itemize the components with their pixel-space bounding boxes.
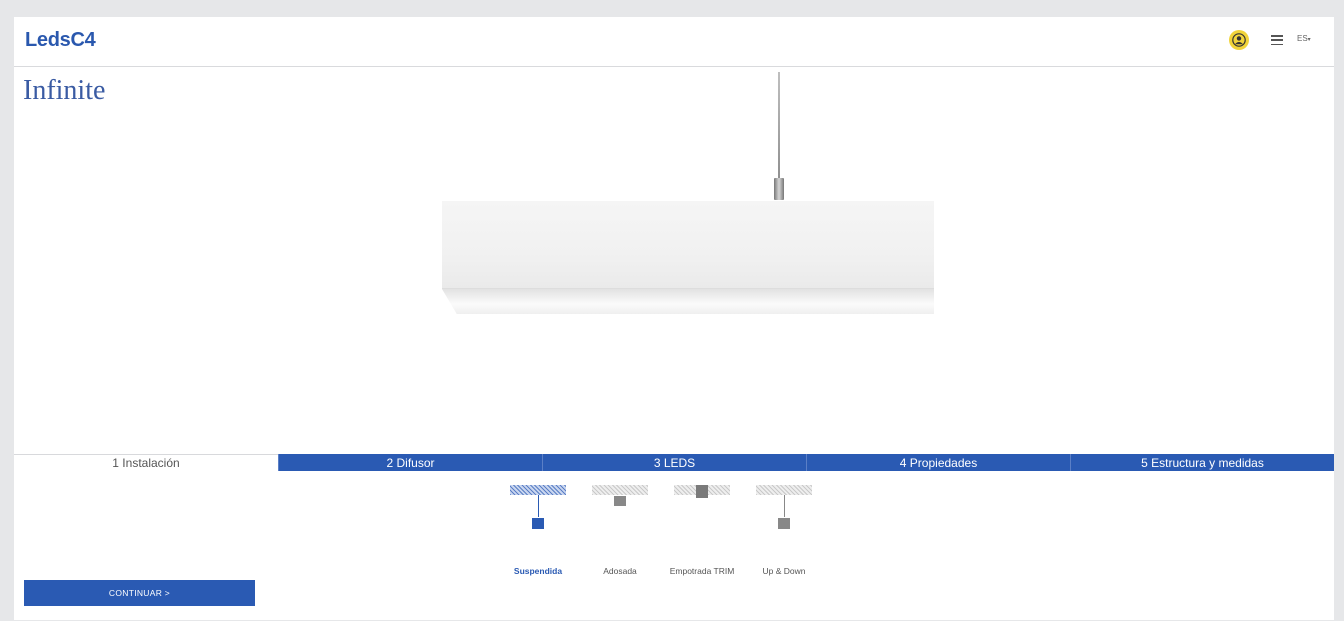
menu-icon[interactable]: [1271, 35, 1283, 46]
option-label: Suspendida: [513, 566, 563, 576]
user-glyph: [1232, 33, 1246, 47]
continue-button[interactable]: CONTINUAR >: [24, 580, 255, 606]
option-empotrada-trim[interactable]: Empotrada TRIM: [670, 482, 742, 576]
menu-line: [1271, 43, 1283, 46]
suspension-wire-icon: [784, 495, 785, 517]
menu-line: [1271, 39, 1283, 41]
luminaire-icon: [614, 496, 626, 506]
tab-propiedades[interactable]: 4 Propiedades: [806, 454, 1070, 471]
option-suspendida[interactable]: Suspendida: [508, 482, 578, 576]
ceiling-icon: [510, 485, 566, 495]
product-image: [442, 72, 934, 322]
luminaire-icon: [532, 518, 544, 529]
luminaire-icon: [778, 518, 790, 529]
tab-instalacion[interactable]: 1 Instalación: [14, 454, 278, 471]
lamp-connector: [774, 178, 784, 200]
brand-logo[interactable]: LedsC4: [25, 29, 96, 52]
suspension-wire-icon: [538, 495, 539, 517]
tab-difusor[interactable]: 2 Difusor: [278, 454, 542, 471]
user-icon[interactable]: [1229, 30, 1249, 50]
step-tabs: 1 Instalación 2 Difusor 3 LEDS 4 Propied…: [14, 454, 1334, 471]
ceiling-icon: [756, 485, 812, 495]
tab-leds[interactable]: 3 LEDS: [542, 454, 806, 471]
page-title: Infinite: [23, 75, 106, 106]
chevron-down-icon: ▾: [1307, 37, 1311, 43]
language-selector[interactable]: ES▾: [1297, 34, 1311, 43]
option-up-down[interactable]: Up & Down: [754, 482, 824, 576]
option-adosada[interactable]: Adosada: [590, 482, 660, 576]
option-label: Empotrada TRIM: [669, 566, 735, 576]
option-label: Adosada: [603, 566, 637, 576]
luminaire-icon: [696, 485, 708, 498]
ceiling-icon: [592, 485, 648, 495]
menu-line: [1271, 35, 1283, 37]
lamp-diffuser: [442, 289, 934, 314]
header: LedsC4 ES▾: [14, 17, 1334, 67]
option-label: Up & Down: [762, 566, 806, 576]
language-label: ES: [1297, 34, 1308, 43]
configurator-page: LedsC4 ES▾ Infinite 1 Instalación 2 Difu…: [14, 17, 1334, 620]
lamp-body: [442, 201, 934, 289]
installation-options: Suspendida Adosada Empotrada TRIM Up & D…: [508, 482, 828, 576]
lamp-cable: [778, 72, 780, 180]
tab-estructura[interactable]: 5 Estructura y medidas: [1070, 454, 1334, 471]
